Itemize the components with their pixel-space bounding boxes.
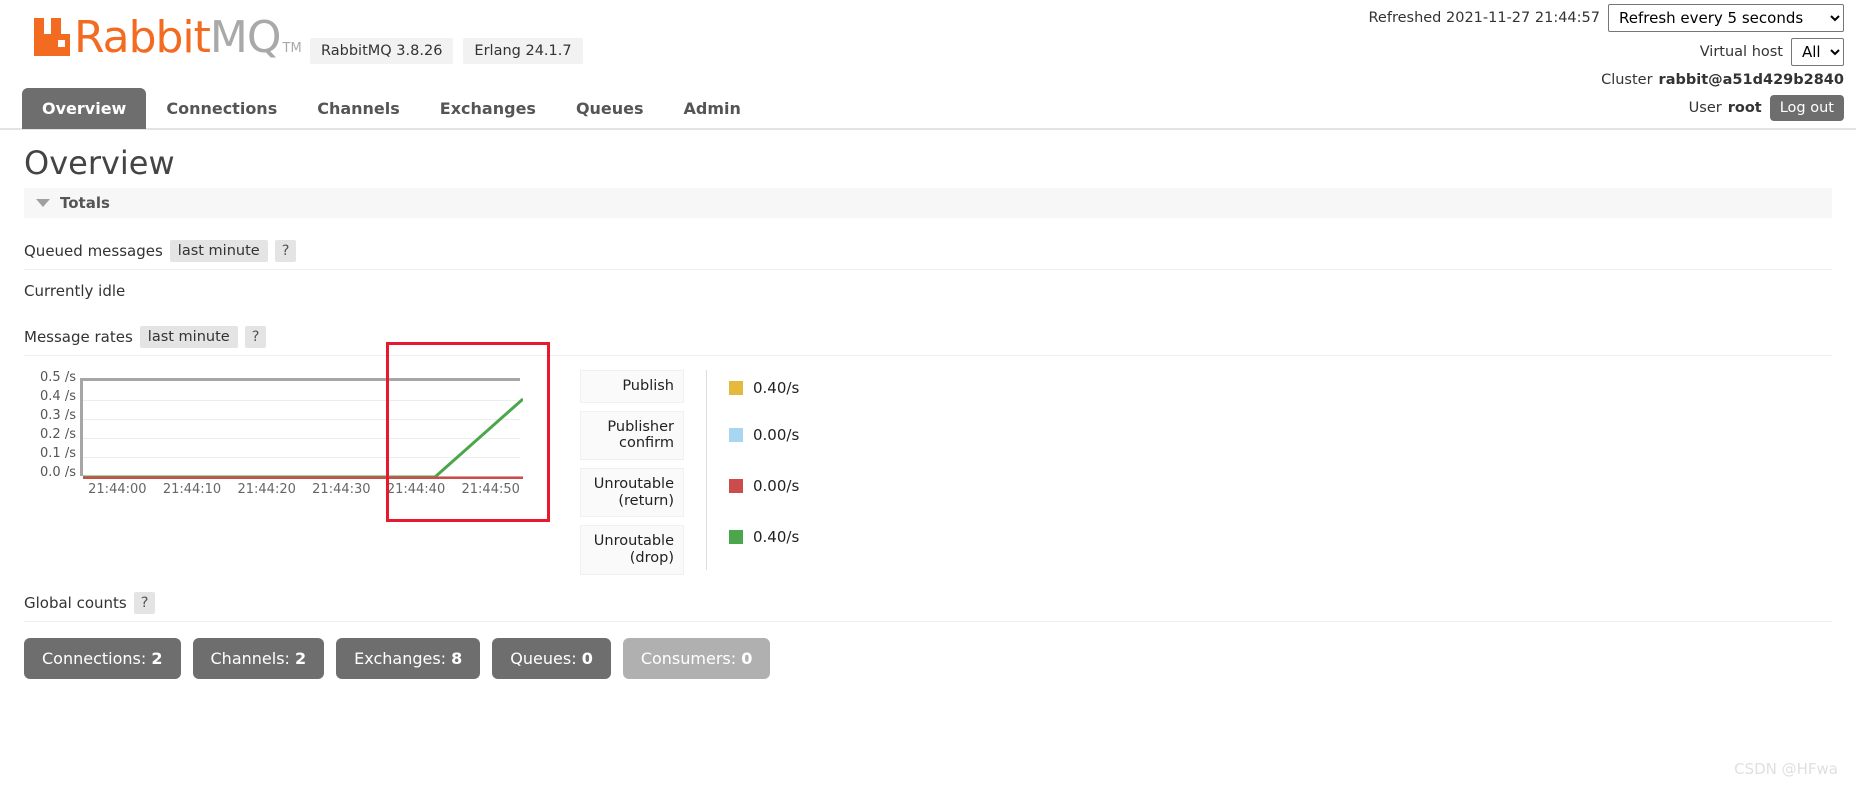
count-label: Connections:: [42, 649, 147, 668]
watermark: CSDN @HFwa: [1734, 760, 1838, 778]
count-button-consumers[interactable]: Consumers: 0: [622, 638, 771, 679]
legend-value-row: 0.40/s: [729, 515, 799, 558]
nav-tab-queues[interactable]: Queues: [556, 88, 664, 129]
chart-x-axis-labels: 21:44:00 21:44:10 21:44:20 21:44:30 21:4…: [80, 482, 528, 497]
message-rates-label: Message rates: [24, 328, 133, 346]
nav-tab-admin[interactable]: Admin: [664, 88, 761, 129]
y-tick: 0.5 /s: [40, 370, 76, 385]
chart-plot-area: [80, 378, 523, 479]
chart-y-axis-labels: 0.5 /s 0.4 /s 0.3 /s 0.2 /s 0.1 /s 0.0 /…: [24, 370, 76, 480]
global-counts-help-icon[interactable]: ?: [133, 592, 156, 614]
legend-name-unroutable-drop[interactable]: Unroutable (drop): [580, 525, 684, 575]
legend-name-publisher-confirm[interactable]: Publisher confirm: [580, 410, 684, 461]
legend-name-unroutable-return[interactable]: Unroutable (return): [580, 468, 684, 518]
main-content: Overview Totals Queued messages last min…: [0, 134, 1856, 679]
message-rates-header: Message rates last minute ?: [24, 318, 1832, 356]
x-tick: 21:44:50: [461, 482, 520, 497]
main-navigation: Overview Connections Channels Exchanges …: [0, 88, 1856, 130]
count-button-connections[interactable]: Connections: 2: [24, 638, 181, 679]
cluster-row: Cluster rabbit@a51d429b2840: [1369, 72, 1844, 88]
legend-name-publish[interactable]: Publish: [580, 370, 684, 403]
version-badges: RabbitMQ 3.8.26 Erlang 24.1.7: [310, 38, 583, 64]
y-tick: 0.4 /s: [40, 389, 76, 404]
legend-rate-publish: 0.40/s: [753, 378, 800, 397]
page-title: Overview: [24, 144, 175, 182]
refresh-row: Refreshed 2021-11-27 21:44:57 Refresh ev…: [1368, 4, 1844, 32]
logo-text-rabbit: Rabbit: [74, 12, 211, 63]
badge-rabbitmq-version: RabbitMQ 3.8.26: [310, 38, 454, 64]
count-value: 8: [451, 649, 463, 668]
count-button-channels[interactable]: Channels: 2: [192, 638, 325, 679]
legend-series-names: Publish Publisher confirm Unroutable (re…: [580, 370, 684, 575]
rabbitmq-management-page: RabbitMQ TM RabbitMQ 3.8.26 Erlang 24.1.…: [0, 0, 1856, 786]
x-tick: 21:44:20: [237, 482, 296, 497]
legend-value-row: 0.00/s: [729, 413, 799, 456]
rabbitmq-logo[interactable]: RabbitMQ TM: [30, 14, 302, 60]
vhost-select[interactable]: All: [1791, 38, 1844, 66]
legend-swatch-publisher-confirm-icon: [729, 427, 743, 442]
legend-rate-unroutable-return: 0.00/s: [753, 476, 800, 495]
cluster-label: Cluster: [1601, 72, 1653, 88]
message-rates-chart: 0.5 /s 0.4 /s 0.3 /s 0.2 /s 0.1 /s 0.0 /…: [24, 342, 554, 550]
chevron-down-icon: [36, 199, 50, 207]
count-button-exchanges[interactable]: Exchanges: 8: [336, 638, 481, 679]
y-tick: 0.0 /s: [40, 465, 76, 480]
queued-messages-status: Currently idle: [24, 282, 126, 300]
count-value: 2: [151, 649, 163, 668]
global-counts-buttons: Connections: 2 Channels: 2 Exchanges: 8 …: [24, 638, 1832, 679]
count-value: 0: [581, 649, 593, 668]
cluster-name: rabbit@a51d429b2840: [1658, 72, 1844, 88]
global-counts-header: Global counts ?: [24, 584, 1832, 622]
chart-series-lines: [83, 397, 523, 479]
chart-legend: Publish Publisher confirm Unroutable (re…: [580, 370, 799, 575]
queued-messages-label: Queued messages: [24, 242, 163, 260]
message-rates-period[interactable]: last minute: [139, 326, 238, 348]
x-tick: 21:44:10: [162, 482, 222, 497]
rabbitmq-logo-icon: [30, 14, 72, 60]
logo-text-mq: MQ: [209, 12, 282, 63]
badge-erlang-version: Erlang 24.1.7: [463, 38, 583, 64]
legend-value-row: 0.00/s: [729, 464, 799, 507]
y-tick: 0.1 /s: [40, 446, 76, 461]
count-label: Exchanges:: [354, 649, 447, 668]
message-rates-help-icon[interactable]: ?: [244, 326, 267, 348]
y-tick: 0.3 /s: [40, 408, 76, 423]
nav-tab-connections[interactable]: Connections: [146, 88, 297, 129]
legend-rate-unroutable-drop: 0.40/s: [753, 527, 800, 546]
legend-value-row: 0.40/s: [729, 370, 799, 405]
nav-tab-channels[interactable]: Channels: [297, 88, 420, 129]
y-tick: 0.2 /s: [40, 427, 76, 442]
totals-section-header[interactable]: Totals: [24, 188, 1832, 218]
queued-messages-period[interactable]: last minute: [169, 240, 268, 262]
legend-swatch-unroutable-return-icon: [729, 478, 743, 493]
count-label: Queues:: [510, 649, 577, 668]
vhost-row: Virtual host All: [1369, 38, 1844, 66]
message-rates-chart-area: 0.5 /s 0.4 /s 0.3 /s 0.2 /s 0.1 /s 0.0 /…: [24, 342, 1832, 575]
nav-tab-exchanges[interactable]: Exchanges: [420, 88, 556, 129]
queued-messages-help-icon[interactable]: ?: [274, 240, 297, 262]
x-tick: 21:44:00: [88, 482, 147, 497]
legend-swatch-publish-icon: [729, 380, 743, 395]
legend-swatch-unroutable-drop-icon: [729, 529, 743, 544]
count-button-queues[interactable]: Queues: 0: [492, 638, 611, 679]
totals-label: Totals: [60, 194, 110, 212]
nav-tab-overview[interactable]: Overview: [22, 88, 147, 129]
legend-series-values: 0.40/s 0.00/s 0.00/s 0.40/s: [706, 370, 799, 570]
count-label: Consumers:: [640, 649, 737, 668]
legend-rate-publisher-confirm: 0.00/s: [753, 425, 800, 444]
queued-messages-header: Queued messages last minute ?: [24, 232, 1832, 270]
refreshed-timestamp: Refreshed 2021-11-27 21:44:57: [1368, 10, 1601, 26]
count-value: 2: [295, 649, 307, 668]
count-label: Channels:: [210, 649, 290, 668]
x-tick: 21:44:30: [312, 482, 371, 497]
vhost-label: Virtual host: [1699, 44, 1783, 60]
count-value: 0: [741, 649, 753, 668]
global-counts-label: Global counts: [24, 594, 127, 612]
logo-trademark: TM: [282, 41, 302, 56]
x-tick: 21:44:40: [386, 482, 446, 497]
refresh-interval-select[interactable]: Refresh every 5 seconds: [1608, 4, 1844, 32]
